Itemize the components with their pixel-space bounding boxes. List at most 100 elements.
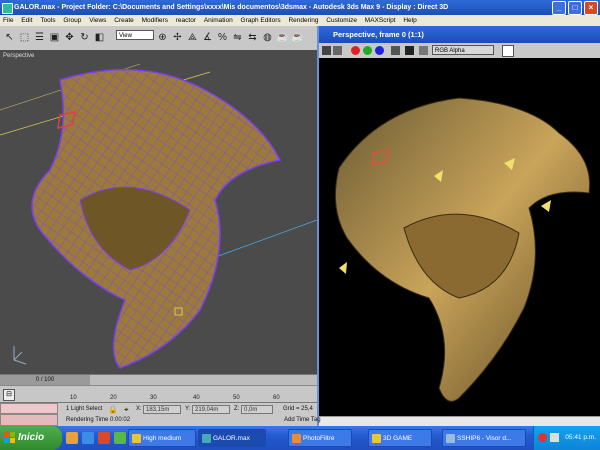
menu-rendering[interactable]: Rendering [285, 17, 321, 24]
rendering-time: Rendering Time 0:00:02 [66, 417, 131, 423]
windows-logo-icon [4, 432, 15, 443]
menu-file[interactable]: File [0, 17, 16, 24]
window-title: GALOR.max - Project Folder: C:\Documents… [14, 4, 449, 11]
material-editor-icon[interactable]: ◍ [261, 31, 274, 44]
reference-coordinate-select[interactable]: View [116, 30, 154, 40]
minimize-icon[interactable]: _ [552, 1, 566, 15]
x-label: X: [136, 406, 142, 412]
save-image-icon[interactable] [322, 46, 331, 55]
maxscript-listener-bottom[interactable] [0, 414, 58, 426]
quicklaunch-browser-icon[interactable] [66, 432, 78, 444]
absolute-mode-icon[interactable]: ⌖ [124, 405, 129, 415]
window-crossing-icon[interactable]: ▣ [48, 31, 61, 44]
task-galor-max[interactable]: GALOR.max [198, 429, 266, 447]
menu-graph-editors[interactable]: Graph Editors [238, 17, 284, 24]
app-icon [2, 3, 13, 14]
maximize-icon[interactable]: □ [568, 1, 582, 15]
x-coordinate-field[interactable]: 183,15m [143, 405, 181, 414]
title-bar: GALOR.max - Project Folder: C:\Documents… [0, 0, 600, 15]
system-tray: 05:41 p.m. [533, 426, 600, 450]
menu-modifiers[interactable]: Modifiers [139, 17, 171, 24]
rendered-ship-image [334, 97, 591, 402]
menu-help[interactable]: Help [400, 17, 419, 24]
maxscript-listener-top[interactable] [0, 403, 58, 414]
quicklaunch-media-icon[interactable] [98, 432, 110, 444]
channel-display-select[interactable]: RGB Alpha [432, 45, 494, 55]
z-label: Z: [234, 406, 240, 412]
add-time-tag-button[interactable]: Add Time Tag [284, 417, 321, 423]
render-window-title: Perspective, frame 0 (1:1) [319, 26, 600, 43]
folder-icon [372, 434, 381, 443]
main-toolbar: ↖ ⬚ ☰ ▣ ✥ ↻ ◧ View ⊕ ✢ ⟁ ∡ % ⇋ ⇆ ◍ ☕ ☕ [0, 26, 317, 51]
selection-status: 1 Light Select [66, 406, 103, 412]
green-channel-icon[interactable] [363, 46, 372, 55]
pivot-center-icon[interactable]: ⊕ [156, 31, 169, 44]
quick-render-icon[interactable]: ☕ [291, 31, 304, 44]
menu-animation[interactable]: Animation [201, 17, 236, 24]
mini-curve-editor-icon[interactable]: ⊟ [3, 389, 15, 401]
alpha-channel-icon[interactable] [391, 46, 400, 55]
windows-taskbar: Inicio High medium GALOR.max PhotoFiltre… [0, 426, 600, 450]
rotate-icon[interactable]: ↻ [78, 31, 91, 44]
grid-size: Grid = 25,4 [283, 406, 313, 412]
clear-icon[interactable] [419, 46, 428, 55]
security-alert-icon[interactable] [538, 433, 547, 442]
volume-icon[interactable] [550, 433, 559, 442]
close-icon[interactable]: × [584, 1, 598, 15]
menu-group[interactable]: Group [60, 17, 84, 24]
render-canvas [319, 58, 600, 416]
select-object-icon[interactable]: ↖ [3, 31, 16, 44]
menu-views[interactable]: Views [86, 17, 109, 24]
y-coordinate-field[interactable]: 219,04m [192, 405, 230, 414]
start-button[interactable]: Inicio [0, 426, 62, 450]
menu-maxscript[interactable]: MAXScript [362, 17, 399, 24]
menu-customize[interactable]: Customize [323, 17, 360, 24]
timeline-tick: 10 [70, 395, 77, 401]
task-3d-game[interactable]: 3D GAME [368, 429, 432, 447]
quicklaunch-messenger-icon[interactable] [114, 432, 126, 444]
timeline-tick: 60 [273, 395, 280, 401]
z-coordinate-field[interactable]: 0,0m [241, 405, 273, 414]
menu-bar: File Edit Tools Group Views Create Modif… [0, 15, 600, 26]
rendered-frame-window: Perspective, frame 0 (1:1) RGB Alpha [317, 26, 600, 427]
render-scene-icon[interactable]: ☕ [276, 31, 289, 44]
frame-indicator[interactable]: 0 / 100 [0, 375, 90, 385]
copy-image-icon[interactable] [333, 46, 342, 55]
percent-snap-icon[interactable]: % [216, 31, 229, 44]
angle-snap-icon[interactable]: ∡ [201, 31, 214, 44]
quicklaunch-ie-icon[interactable] [82, 432, 94, 444]
task-high-medium[interactable]: High medium [128, 429, 196, 447]
snap-toggle-icon[interactable]: ⟁ [186, 31, 199, 44]
move-icon[interactable]: ✥ [63, 31, 76, 44]
select-region-icon[interactable]: ⬚ [18, 31, 31, 44]
mono-channel-icon[interactable] [405, 46, 414, 55]
timeline-ruler[interactable]: ⊟ 10 20 30 40 50 60 [0, 385, 317, 403]
timeline-tick: 40 [193, 395, 200, 401]
folder-icon [132, 434, 141, 443]
image-viewer-icon [446, 434, 455, 443]
window-controls: _ □ × [552, 1, 598, 15]
task-ship-viewer[interactable]: SSHIP6 - Visor d... [442, 429, 526, 447]
red-channel-icon[interactable] [351, 46, 360, 55]
timeline-tick: 50 [233, 395, 240, 401]
menu-tools[interactable]: Tools [37, 17, 58, 24]
status-bar: 1 Light Select 🔒 ⌖ X: 183,15m Y: 219,04m… [0, 402, 321, 427]
menu-edit[interactable]: Edit [18, 17, 35, 24]
select-by-name-icon[interactable]: ☰ [33, 31, 46, 44]
menu-reactor[interactable]: reactor [173, 17, 199, 24]
menu-create[interactable]: Create [111, 17, 137, 24]
scale-icon[interactable]: ◧ [93, 31, 106, 44]
start-label: Inicio [18, 432, 45, 443]
perspective-viewport[interactable]: Perspective [0, 50, 317, 374]
background-color-swatch[interactable] [502, 45, 514, 57]
clock: 05:41 p.m. [565, 434, 596, 441]
blue-channel-icon[interactable] [375, 46, 384, 55]
render-window-toolbar: RGB Alpha [319, 43, 600, 58]
select-manipulate-icon[interactable]: ✢ [171, 31, 184, 44]
timeline-tick: 20 [110, 395, 117, 401]
wireframe-model [0, 63, 317, 369]
lock-icon[interactable]: 🔒 [108, 405, 118, 414]
task-photofiltre[interactable]: PhotoFiltre [288, 429, 352, 447]
align-icon[interactable]: ⇆ [246, 31, 259, 44]
mirror-icon[interactable]: ⇋ [231, 31, 244, 44]
